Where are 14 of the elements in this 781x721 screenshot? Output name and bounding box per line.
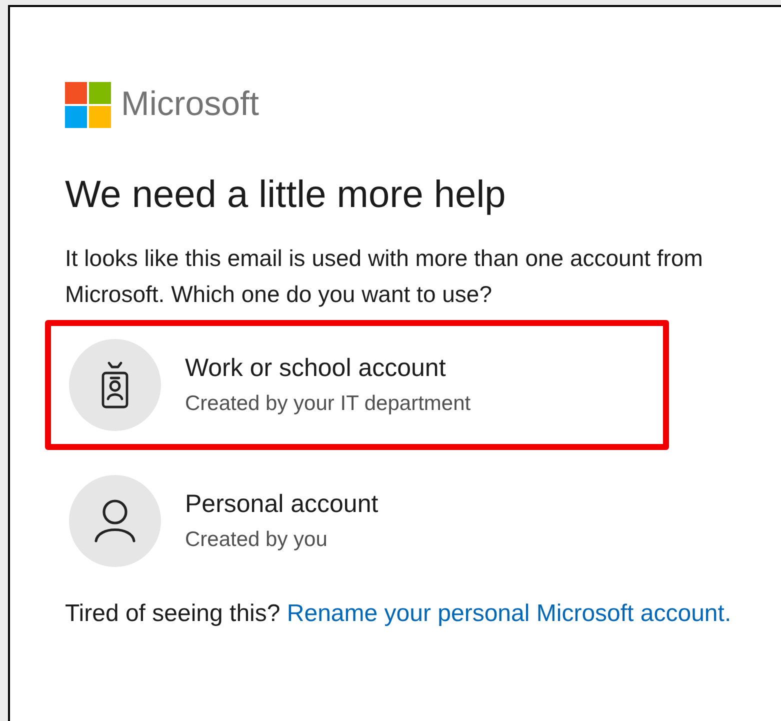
account-option[interactable]: Personal account Created by you (45, 456, 669, 586)
id-badge-icon (100, 361, 130, 409)
option-title: Work or school account (185, 353, 447, 384)
page-heading: We need a little more help (65, 173, 507, 218)
option-title: Personal account (185, 489, 378, 520)
footer-text: Tired of seeing this? Rename your personal Microsoft account. (65, 599, 732, 629)
account-option[interactable]: Work or school account Created by your IT department (45, 320, 669, 450)
message-text: It looks like this email is used with more than one account from Microsoft. Which one do you want to use? (65, 244, 704, 309)
person-icon (94, 499, 136, 543)
option-subtitle: Created by you (185, 527, 328, 553)
option-subtitle: Created by your IT department (185, 391, 471, 417)
logo-icon (65, 82, 111, 128)
brand-name: Microsoft (121, 84, 259, 125)
rename-link[interactable]: Rename your personal Microsoft account. (286, 600, 732, 627)
